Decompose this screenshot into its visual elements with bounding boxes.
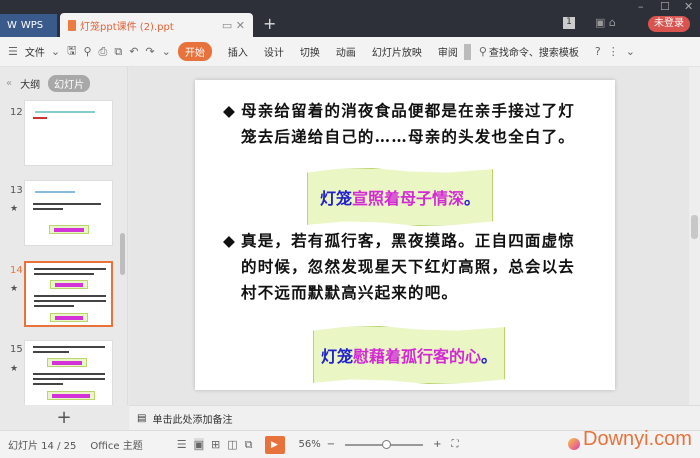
document-tab[interactable]: 灯笼ppt课件 (2).ppt ▭ ✕ — [60, 13, 253, 37]
tab-slideshow[interactable]: 幻灯片放映 — [372, 44, 422, 59]
watermark: Downyi.com — [583, 428, 692, 450]
bullet-paragraph: ◆ 母亲给留着的消夜食品便都是在亲手接过了灯笼去后递给自己的……母亲的头发也全白了… — [223, 98, 583, 150]
scrollbar-thumb[interactable] — [691, 215, 698, 239]
banner-shape[interactable]: 灯笼 慰藉着孤行客的心。 — [313, 326, 505, 384]
slide-sorter-icon[interactable]: ⊞ — [211, 438, 220, 451]
presenter-view-icon[interactable]: ⧉ — [245, 438, 253, 452]
banner-magenta-text: 宣照着母子情深 — [351, 189, 464, 208]
document-tab-title: 灯笼ppt课件 (2).ppt — [80, 21, 174, 33]
tab-animation[interactable]: 动画 — [336, 44, 356, 59]
slide-thumbnail[interactable] — [24, 100, 113, 166]
tab-scroll-button[interactable] — [463, 43, 471, 60]
minimize-icon[interactable]: – — [638, 0, 644, 13]
more-options-icon[interactable]: ⋮ — [608, 45, 619, 58]
login-button[interactable]: 未登录 — [648, 16, 690, 32]
more-icon[interactable]: ⌄ — [162, 45, 171, 58]
page-badge[interactable]: 1 — [563, 17, 575, 29]
notes-bar[interactable]: ▤ 单击此处添加备注 — [129, 405, 700, 430]
slide-number: 13 — [10, 185, 23, 196]
slide-thumbnail[interactable] — [24, 180, 113, 246]
diamond-bullet-icon: ◆ — [223, 231, 235, 250]
notes-toggle-icon[interactable]: ☰ — [177, 438, 187, 451]
tab-slides[interactable]: 幻灯片 — [48, 75, 91, 92]
tab-insert[interactable]: 插入 — [228, 44, 248, 59]
zoom-slider[interactable] — [345, 439, 424, 449]
slide-number: 15 — [10, 344, 23, 355]
print-icon[interactable]: ⎙ — [99, 45, 108, 59]
slide-panel-scrollbar[interactable] — [120, 233, 125, 275]
reading-view-icon[interactable]: ◫ — [227, 438, 237, 451]
tab-transition[interactable]: 切换 — [300, 44, 320, 59]
help-icon[interactable]: ? — [595, 45, 601, 58]
diamond-bullet-icon: ◆ — [223, 101, 235, 120]
chevron-down-icon[interactable]: ⌄ — [51, 45, 60, 58]
watermark-logo-icon — [568, 438, 580, 450]
maximize-icon[interactable]: ☐ — [660, 0, 670, 13]
preview-icon[interactable]: ⧉ — [114, 45, 122, 59]
bullet-paragraph: ◆ 真是，若有孤行客，黑夜摸路。正自四面虚惊的时候，忽然发现星天下红灯高照，总会以… — [223, 228, 583, 306]
ribbon-toolbar: ☰ 文件 ⌄ 🖫 ⚲ ⎙ ⧉ ↶ ↷ ⌄ 开始 插入 设计 切换 动画 幻灯片放… — [0, 37, 700, 67]
save-icon[interactable]: 🖫 — [67, 42, 76, 61]
theme-name[interactable]: Office 主题 — [90, 437, 142, 452]
notes-icon: ▤ — [137, 412, 147, 424]
banner-magenta-text: 慰藉着孤行客的心 — [352, 347, 481, 366]
slide-counter: 幻灯片 14 / 25 — [8, 441, 77, 452]
animation-star-icon: ★ — [10, 364, 19, 374]
zoom-out-icon[interactable]: − — [327, 439, 335, 450]
close-tab-icon[interactable]: ▭ ✕ — [222, 19, 245, 32]
tab-design[interactable]: 设计 — [264, 44, 284, 59]
collapse-ribbon-icon[interactable]: ⌄ — [626, 45, 635, 58]
bullet-text: 母亲给留着的消夜食品便都是在亲手接过了灯笼去后递给自己的……母亲的头发也全白了。 — [241, 101, 576, 146]
slide-number: 14 — [10, 265, 23, 276]
slide-thumbnail[interactable] — [24, 340, 113, 406]
zoom-level[interactable]: 56% — [299, 439, 321, 450]
close-window-icon[interactable]: ✕ — [684, 0, 693, 13]
banner-blue-text: 灯笼 — [319, 189, 352, 208]
fit-window-icon[interactable]: ⛶ — [452, 439, 459, 450]
bullet-text: 真是，若有孤行客，黑夜摸路。正自四面虚惊的时候，忽然发现星天下红灯高照，总会以去… — [241, 231, 576, 302]
add-slide-button[interactable]: + — [0, 405, 128, 430]
zoom-slider-knob[interactable] — [382, 439, 392, 449]
banner-blue-text: 灯笼 — [320, 347, 353, 366]
format-painter-icon[interactable]: ⚲ — [83, 45, 91, 58]
banner-period: 。 — [481, 347, 498, 366]
tab-outline[interactable]: 大纲 — [20, 76, 40, 91]
play-slideshow-button[interactable]: ▶ — [264, 435, 285, 454]
banner-period: 。 — [464, 189, 481, 208]
menu-icon[interactable]: ☰ — [8, 45, 18, 58]
search-icon: ⚲ — [478, 45, 487, 58]
collapse-panel-icon[interactable]: « — [6, 78, 12, 89]
current-slide[interactable]: ◆ 母亲给留着的消夜食品便都是在亲手接过了灯笼去后递给自己的……母亲的头发也全白了… — [195, 80, 615, 390]
normal-view-icon[interactable]: ▣ — [193, 438, 205, 451]
wps-home-tab[interactable]: W WPS — [0, 14, 57, 37]
wps-label: WPS — [20, 20, 44, 31]
slide-number: 12 — [10, 107, 23, 118]
command-search[interactable]: 查找命令、搜索模板 — [489, 44, 579, 59]
tab-start[interactable]: 开始 — [177, 42, 212, 61]
zoom-in-icon[interactable]: + — [433, 439, 441, 450]
file-menu[interactable]: 文件 — [25, 44, 45, 59]
skin-icon[interactable]: ▣ ⌂ — [595, 16, 616, 29]
ppt-file-icon — [68, 19, 76, 31]
animation-star-icon: ★ — [10, 284, 19, 294]
slide-thumbnail-selected[interactable] — [24, 261, 113, 327]
tab-review[interactable]: 审阅 — [438, 44, 458, 59]
new-tab-button[interactable]: + — [263, 14, 276, 33]
wps-logo-icon: W — [7, 20, 17, 31]
notes-placeholder[interactable]: 单击此处添加备注 — [152, 411, 232, 426]
redo-icon[interactable]: ↷ — [145, 45, 154, 58]
slide-panel: « 大纲 幻灯片 12 13 ★ 14 ★ 15 ★ — [0, 67, 128, 406]
banner-shape[interactable]: 灯笼 宣照着母子情深。 — [307, 168, 493, 226]
undo-icon[interactable]: ↶ — [129, 45, 138, 58]
animation-star-icon: ★ — [10, 204, 19, 214]
